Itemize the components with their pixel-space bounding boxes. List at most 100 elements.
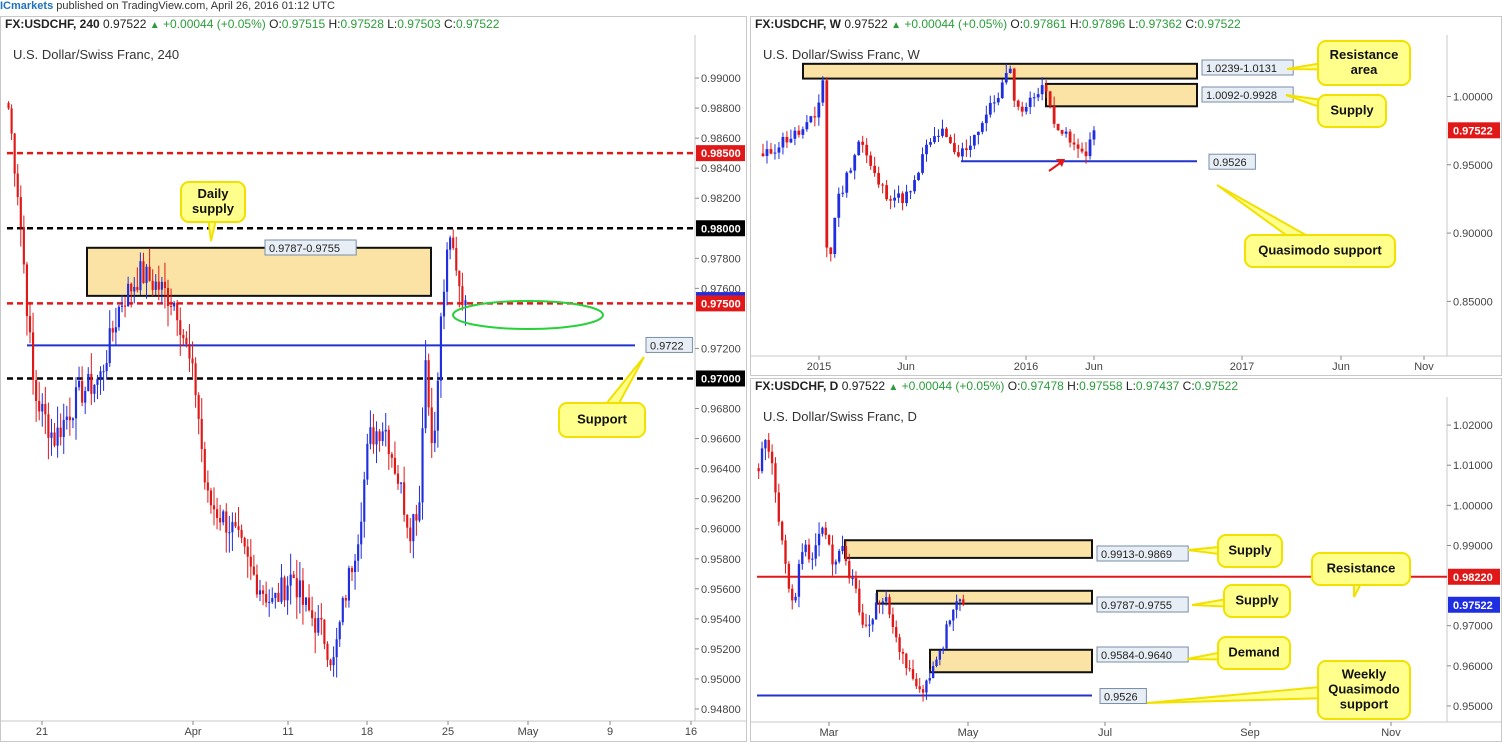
candle-body: [228, 532, 231, 534]
candle-body: [225, 511, 228, 533]
x-tick-label: 11: [282, 726, 293, 738]
candle-body: [937, 135, 940, 137]
callout-weekly-qm-text: support: [1340, 696, 1389, 711]
candle-body: [338, 622, 341, 640]
candle-body: [761, 153, 765, 156]
candle-body: [845, 172, 849, 193]
h4-last-price: 0.97522: [103, 17, 147, 31]
zone-label: 0.9787-0.9755: [269, 243, 340, 255]
candle-body: [854, 578, 858, 589]
candle-body: [191, 358, 194, 364]
candle-body: [271, 598, 274, 602]
candle-body: [219, 517, 222, 523]
candle-body: [844, 546, 848, 562]
y-tick-label: 0.97000: [1453, 621, 1493, 633]
candle-body: [353, 560, 357, 573]
y-tick-label: 0.95000: [701, 674, 741, 686]
candle-body: [295, 578, 298, 598]
weekly-close-label: C:: [1185, 17, 1198, 31]
daily-chart[interactable]: U.S. Dollar/Swiss Franc, D 1.02000 1.01000…: [751, 397, 1501, 741]
candle-body: [972, 134, 976, 146]
candle-body: [117, 306, 121, 328]
candle-body: [399, 482, 403, 484]
candle-body: [108, 328, 111, 364]
candle-body: [317, 617, 320, 633]
y-tick-label: 0.90000: [1453, 228, 1493, 240]
h4-panel[interactable]: FX:USDCHF, 240 0.97522 ▲ +0.00044 (+0.05…: [0, 16, 747, 742]
y-tick-label: 0.97200: [701, 343, 741, 355]
candle-body: [888, 597, 891, 615]
candle-body: [268, 601, 271, 603]
brand-link[interactable]: ICmarkets: [0, 0, 53, 12]
daily-symbol: FX:USDCHF, D: [755, 379, 839, 393]
candle-body: [851, 578, 854, 580]
price-tag-label: 0.97500: [701, 298, 741, 310]
candle-body: [200, 418, 203, 450]
candle-body: [893, 197, 896, 201]
candle-body: [182, 335, 185, 339]
candle-body: [901, 193, 904, 204]
candle-body: [933, 136, 936, 143]
candle-body: [881, 184, 885, 186]
weekly-low: 0.97362: [1138, 17, 1182, 31]
zone-box: [86, 246, 432, 297]
candle-body: [84, 390, 87, 403]
weekly-high: 0.97896: [1081, 17, 1126, 31]
candle-body: [283, 577, 286, 601]
y-tick-label: 0.99000: [701, 73, 741, 85]
candle-body: [326, 643, 329, 660]
candle-body: [865, 144, 869, 156]
candle-body: [415, 514, 418, 521]
candle-body: [409, 527, 412, 542]
candle-body: [16, 173, 19, 198]
candle-body: [824, 527, 827, 536]
weekly-last-price: 0.97522: [844, 17, 888, 31]
candle-body: [176, 302, 179, 321]
daily-info-bar: FX:USDCHF, D 0.97522 ▲ +0.00044 (+0.05%)…: [755, 379, 1238, 395]
candle-body: [811, 558, 814, 560]
h4-chart[interactable]: U.S. Dollar/Swiss Franc, 240 0.99000 0.988…: [1, 35, 746, 741]
candle-body: [252, 566, 255, 575]
zone-label: 1.0092-0.9928: [1206, 90, 1277, 102]
candle-body: [1080, 148, 1084, 152]
candle-body: [280, 577, 283, 602]
candle-body: [341, 598, 344, 623]
callout-quasimodo-text: Quasimodo support: [1258, 242, 1382, 257]
candle-body: [179, 320, 182, 336]
daily-open: 0.97478: [1020, 379, 1064, 393]
candle-body: [19, 197, 22, 227]
candle-body: [381, 431, 384, 442]
chart-title: U.S. Dollar/Swiss Franc, W: [763, 47, 920, 62]
h4-open-label: O:: [269, 17, 282, 31]
y-tick-label: 1.00000: [1453, 91, 1493, 103]
h4-high-label: H:: [328, 17, 341, 31]
candle-body: [841, 192, 845, 194]
h4-info-bar: FX:USDCHF, 240 0.97522 ▲ +0.00044 (+0.05…: [5, 17, 499, 33]
x-tick-label: Jul: [1098, 727, 1112, 739]
candle-body: [234, 522, 237, 527]
candle-body: [984, 114, 988, 124]
candle-body: [789, 138, 793, 143]
level-label: 0.9722: [650, 340, 684, 352]
candle-body: [44, 403, 47, 415]
candle-body: [41, 403, 44, 412]
zone-box: [876, 589, 1093, 605]
candle-body: [157, 281, 160, 290]
candle-body: [209, 490, 213, 506]
daily-close: 0.97522: [1194, 379, 1239, 393]
h4-symbol: FX:USDCHF, 240: [5, 17, 100, 31]
candle-body: [77, 380, 81, 388]
weekly-chart[interactable]: U.S. Dollar/Swiss Franc, W 1.00000 0.95000…: [751, 35, 1501, 375]
candle-body: [449, 237, 452, 250]
candle-body: [869, 155, 873, 166]
daily-panel[interactable]: FX:USDCHF, D 0.97522 ▲ +0.00044 (+0.05%)…: [750, 378, 1502, 742]
callout-weekly-qm-text: Quasimodo: [1328, 681, 1400, 696]
candle-body: [166, 287, 170, 306]
candle-body: [760, 448, 764, 472]
weekly-panel[interactable]: FX:USDCHF, W 0.97522 ▲ +0.00044 (+0.05%)…: [750, 16, 1502, 376]
candle-body: [797, 130, 801, 135]
zone-label: 0.9913-0.9869: [1101, 549, 1172, 561]
x-tick-label: 9: [607, 726, 613, 738]
up-triangle-icon: ▲: [891, 20, 901, 31]
zone-label: 0.9584-0.9640: [1101, 650, 1172, 662]
